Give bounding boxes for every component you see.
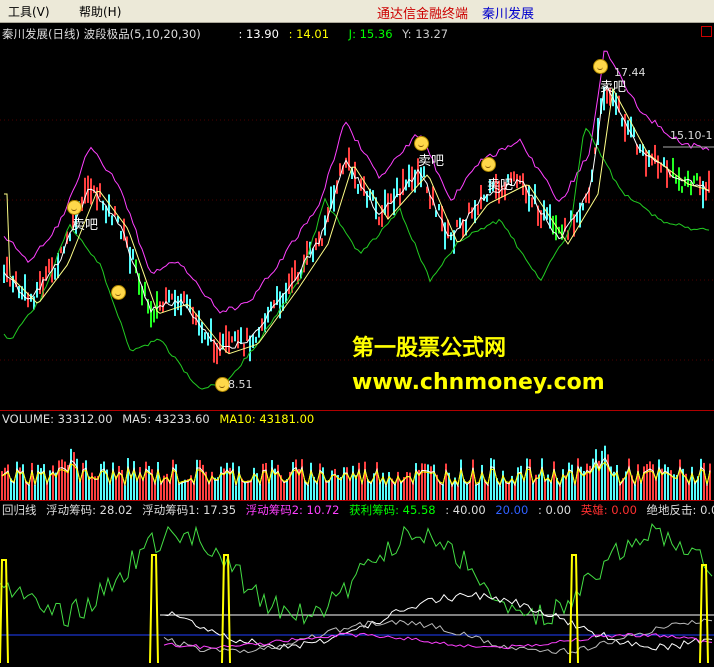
sell-label: 卖吧: [418, 154, 445, 169]
volume-chart[interactable]: [0, 424, 714, 500]
value-y: Y: 13.27: [402, 27, 449, 41]
stock-name: 秦川发展: [482, 7, 535, 22]
panel-close-icon[interactable]: [701, 26, 712, 37]
smile-icon: [111, 285, 126, 300]
panel-divider: [0, 410, 714, 411]
menu-help[interactable]: 帮助(H): [79, 3, 121, 20]
smile-icon: [414, 136, 429, 151]
signal-spike: [0, 559, 9, 664]
signal-spike: [221, 554, 231, 664]
value-1: : 13.90: [238, 27, 279, 41]
indicator-chart[interactable]: [0, 515, 714, 667]
signal-spike: [569, 554, 579, 664]
menu-tools[interactable]: 工具(V): [8, 3, 50, 20]
smile-icon: [593, 59, 608, 74]
value-2: : 14.01: [288, 27, 330, 41]
price-right-label: 15.10-1: [670, 129, 713, 142]
menu-bar: 工具(V) 帮助(H) 通达信金融终端 秦川发展: [0, 0, 714, 23]
chart-title: 秦川发展(日线) 波段极品(5,10,20,30): [2, 27, 201, 41]
sell-label: 卖吧: [487, 178, 514, 193]
price-low-label: 8.51: [228, 378, 253, 391]
panel-divider: [0, 500, 714, 501]
signal-spike: [149, 554, 159, 664]
smile-icon: [481, 157, 496, 172]
price-high-label: 17.44: [614, 66, 646, 79]
value-j: J: 15.36: [348, 27, 393, 41]
signal-spike: [699, 564, 709, 664]
app-title: 通达信金融终端: [377, 7, 469, 22]
watermark-cn: 第一股票公式网: [352, 336, 507, 361]
smile-icon: [67, 200, 82, 215]
sell-label: 卖吧: [72, 218, 99, 233]
watermark-url: www.chnmoney.com: [352, 370, 605, 395]
